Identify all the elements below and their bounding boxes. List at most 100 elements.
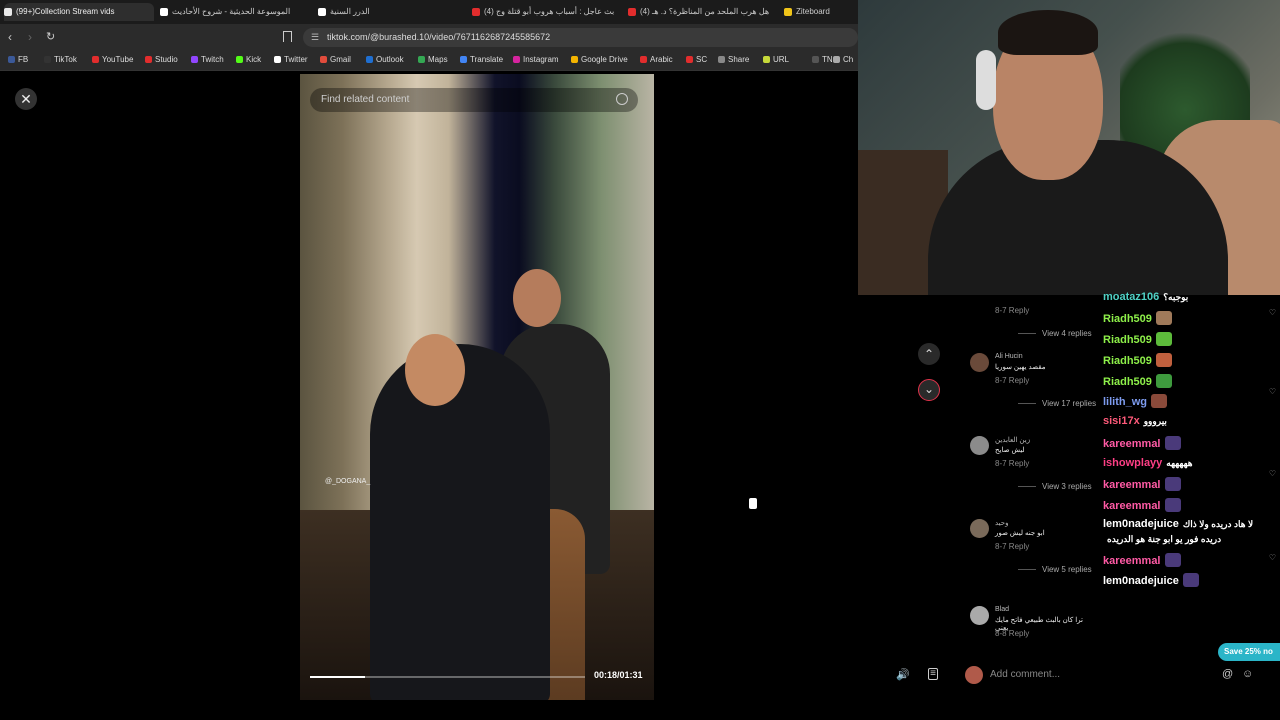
bookmark-item[interactable]: Twitter	[274, 54, 308, 66]
comment-reply-link[interactable]: 8-8 Reply	[995, 629, 1029, 638]
bookmark-item[interactable]: Google Drive	[571, 54, 628, 66]
bookmark-item[interactable]: Ch	[833, 54, 853, 66]
bookmark-item[interactable]: Kick	[236, 54, 261, 66]
comment-reply-link[interactable]: 8-7 Reply	[995, 306, 1029, 315]
hand-cursor-icon	[748, 497, 758, 510]
bookmark-icon	[418, 56, 425, 63]
bookmark-item[interactable]: Share	[718, 54, 749, 66]
avatar[interactable]	[970, 606, 989, 625]
bookmark-label: Maps	[428, 55, 448, 64]
chat-text: بيرووو	[1143, 416, 1167, 426]
chat-username[interactable]: Riadh509	[1103, 334, 1152, 346]
tab-strip: (99+)Collection Stream vids الموسوعة الحد…	[0, 0, 858, 24]
chat-username[interactable]: sisi17x	[1103, 415, 1140, 427]
chat-username[interactable]: Riadh509	[1103, 376, 1152, 388]
comment-author[interactable]: وحيد	[995, 519, 1009, 527]
view-replies-button[interactable]: View 3 replies	[1018, 482, 1092, 491]
comment-input[interactable]: Add comment...	[990, 666, 1260, 684]
like-heart-icon[interactable]: ♡	[1269, 469, 1276, 478]
bookmark-item[interactable]: TN	[812, 54, 833, 66]
chat-message: kareemmal	[1103, 553, 1181, 567]
chat-username[interactable]: Riadh509	[1103, 313, 1152, 325]
comment-author[interactable]: Ali Hucin	[995, 353, 1023, 360]
bookmark-item[interactable]: Maps	[418, 54, 448, 66]
view-replies-button[interactable]: View 17 replies	[1018, 399, 1096, 408]
bookmark-item[interactable]: Outlook	[366, 54, 404, 66]
tab-favicon-icon	[318, 7, 326, 16]
avatar[interactable]	[970, 436, 989, 455]
like-heart-icon[interactable]: ♡	[1269, 308, 1276, 317]
previous-video-button[interactable]: ⌃	[918, 343, 940, 365]
chat-username[interactable]: moataz106	[1103, 291, 1159, 303]
bookmark-star-icon[interactable]	[283, 31, 292, 42]
webcam-hair	[998, 10, 1098, 55]
back-icon[interactable]: ‹	[8, 30, 12, 44]
bookmark-item[interactable]: YouTube	[92, 54, 133, 66]
bookmark-icon	[44, 56, 51, 63]
address-bar[interactable]: ☰ tiktok.com/@burashed.10/video/76711626…	[303, 28, 858, 47]
chat-message: lem0nadejuice لا هاد دريده ولا ذاك	[1103, 518, 1253, 530]
chat-message: sisi17x بيرووو	[1103, 415, 1167, 427]
reload-icon[interactable]: ↻	[46, 30, 55, 43]
chat-username[interactable]: lilith_wg	[1103, 396, 1147, 408]
promo-badge[interactable]: Save 25% no	[1218, 643, 1280, 661]
bookmark-icon	[191, 56, 198, 63]
chat-username[interactable]: kareemmal	[1103, 500, 1161, 512]
bookmark-item[interactable]: Instagram	[513, 54, 559, 66]
bookmark-icon	[763, 56, 770, 63]
emoji-icon[interactable]: ☺	[1242, 668, 1253, 680]
comment-reply-link[interactable]: 8-7 Reply	[995, 459, 1029, 468]
bookmark-icon	[571, 56, 578, 63]
like-heart-icon[interactable]: ♡	[1269, 553, 1276, 562]
browser-tab[interactable]: (99+)Collection Stream vids	[4, 3, 154, 21]
bookmark-item[interactable]: FB	[8, 54, 28, 66]
bookmark-label: TN	[822, 55, 833, 64]
comment-reply-link[interactable]: 8-7 Reply	[995, 542, 1029, 551]
avatar[interactable]	[970, 353, 989, 372]
comment-author[interactable]: Blad	[995, 606, 1009, 613]
related-search[interactable]: Find related content	[310, 88, 638, 112]
search-icon[interactable]	[616, 93, 628, 105]
browser-tab[interactable]: الموسوعة الحديثية - شروح الأحاديث	[160, 3, 310, 21]
bookmark-item[interactable]: Gmail	[320, 54, 351, 66]
chat-message: lilith_wg	[1103, 394, 1167, 408]
bookmark-item[interactable]: SC	[686, 54, 707, 66]
view-replies-button[interactable]: View 5 replies	[1018, 565, 1092, 574]
comment-author[interactable]: زين العابدين	[995, 436, 1030, 444]
chat-username[interactable]: Riadh509	[1103, 355, 1152, 367]
at-icon[interactable]: @	[1222, 668, 1233, 680]
video-player[interactable]	[300, 74, 654, 700]
chat-username[interactable]: kareemmal	[1103, 555, 1161, 567]
browser-tab[interactable]: (4) بث عاجل : أسباب هروب أبو قتلة وج	[472, 3, 622, 21]
forward-icon[interactable]: ›	[28, 30, 32, 44]
tab-title: (4) بث عاجل : أسباب هروب أبو قتلة وج	[484, 7, 615, 16]
browser-tab[interactable]: الدرر السنية	[318, 3, 466, 21]
view-replies-button[interactable]: View 4 replies	[1018, 329, 1092, 338]
avatar[interactable]	[970, 519, 989, 538]
chat-username[interactable]: lem0nadejuice	[1103, 518, 1179, 530]
volume-icon[interactable]: 🔊	[896, 668, 910, 681]
chat-username[interactable]: ishowplayy	[1103, 457, 1162, 469]
chat-username[interactable]: kareemmal	[1103, 479, 1161, 491]
bookmark-item[interactable]: TikTok	[44, 54, 77, 66]
bookmark-item[interactable]: Studio	[145, 54, 178, 66]
bookmark-item[interactable]: Arabic	[640, 54, 673, 66]
browser-tab[interactable]: (4) هل هرب الملحد من المناظرة؟ د. هـ	[628, 3, 778, 21]
bookmark-item[interactable]: Twitch	[191, 54, 224, 66]
chevron-down-icon: ⌄	[923, 382, 935, 396]
chat-username[interactable]: lem0nadejuice	[1103, 575, 1179, 587]
tab-favicon-icon	[784, 7, 792, 16]
site-info-icon[interactable]: ☰	[311, 28, 319, 47]
video-progress[interactable]	[310, 676, 585, 678]
close-button[interactable]: ✕	[15, 88, 37, 110]
browser-tab[interactable]: Ziteboard	[784, 3, 854, 21]
like-heart-icon[interactable]: ♡	[1269, 387, 1276, 396]
chat-username[interactable]: kareemmal	[1103, 438, 1161, 450]
captions-icon[interactable]: ≡	[928, 668, 938, 680]
next-video-button[interactable]: ⌄	[918, 379, 940, 401]
comment-reply-link[interactable]: 8-7 Reply	[995, 376, 1029, 385]
bookmark-item[interactable]: URL	[763, 54, 789, 66]
bookmark-item[interactable]: Translate	[460, 54, 503, 66]
emote-icon	[1155, 332, 1172, 346]
address-toolbar: ‹ › ↻ ☰ tiktok.com/@burashed.10/video/76…	[0, 24, 858, 51]
